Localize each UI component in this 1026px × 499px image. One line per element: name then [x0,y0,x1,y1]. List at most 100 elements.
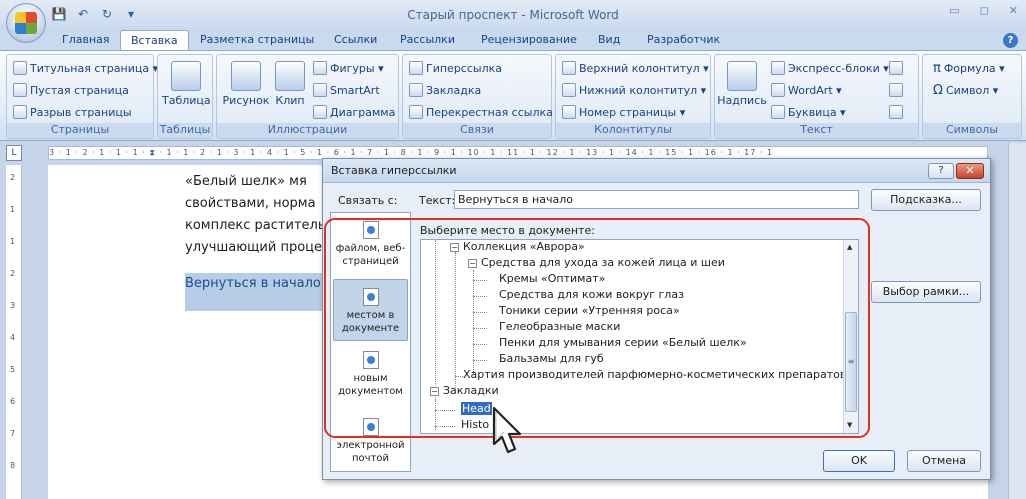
shapes-button[interactable]: Фигуры ▾ [313,61,384,75]
blank-page-button[interactable]: Пустая страница [13,83,129,97]
vertical-ruler: 2 1 1 2 3 4 5 6 7 8 [6,165,22,499]
cross-reference-icon [409,105,423,119]
dropcap-icon [771,105,785,119]
picture-button[interactable]: Рисунок [220,61,272,107]
table-button[interactable]: Таблица [162,61,211,107]
group-label-illustrations: Иллюстрации [217,123,398,138]
tree-node-charter[interactable]: Хартия производителей парфюмерно-космети… [463,368,846,381]
textbox-button[interactable]: Надпись [717,61,767,107]
link-to-file-webpage[interactable]: файлом, веб-страницей [333,221,408,268]
insert-hyperlink-dialog: Вставка гиперссылки ? ✕ Связать с: Текст… [322,158,991,480]
tab-insert[interactable]: Вставка [120,30,189,51]
hyperlink-icon [409,61,423,75]
tree-scrollbar[interactable]: ▲ ≡ ▼ [843,240,858,433]
tab-references[interactable]: Ссылки [334,33,377,46]
footer-button[interactable]: Нижний колонтитул ▾ [562,83,706,97]
clipart-button[interactable]: Клип [273,61,307,107]
tree-node-leaf[interactable]: Кремы «Оптимат» [499,272,605,285]
tab-page-layout[interactable]: Разметка страницы [200,33,314,46]
quick-parts-button[interactable]: Экспресс-блоки ▾ [771,61,889,75]
dialog-close-button[interactable]: ✕ [956,163,984,179]
maximize-icon[interactable]: ◻ [980,4,989,17]
link-to-bar: файлом, веб-страницей местом в документе… [330,212,411,472]
ok-button[interactable]: OK [823,450,895,472]
tree-node-bookmark[interactable]: Histo [461,418,489,431]
tree-node-leaf[interactable]: Бальзамы для губ [499,352,604,365]
dialog-help-button[interactable]: ? [928,163,954,179]
tab-developer[interactable]: Разработчик [647,33,720,46]
quick-parts-icon [771,61,785,75]
tab-selector[interactable]: L [6,145,22,161]
header-button[interactable]: Верхний колонтитул ▾ [562,61,709,75]
picture-icon [231,61,261,91]
tree-node-leaf[interactable]: Пенки для умывания серии «Белый шелк» [499,336,747,349]
scroll-down-icon[interactable]: ▼ [847,421,852,429]
dropcap-button[interactable]: Буквица ▾ [771,105,846,119]
object-icon [889,105,903,119]
vertical-scrollbar[interactable] [1008,143,1026,499]
collapse-toggle-icon[interactable]: − [450,243,459,252]
office-button[interactable] [6,3,46,43]
bookmark-button[interactable]: Закладка [409,83,481,97]
footer-icon [562,83,576,97]
tree-node-bookmarks[interactable]: Закладки [443,384,499,397]
minimize-icon[interactable]: ▭ [949,4,959,17]
tab-home[interactable]: Главная [62,33,110,46]
link-to-place-in-document[interactable]: местом в документе [333,279,408,341]
email-icon [362,418,379,436]
group-pages: Титульная страница ▾ Пустая страница Раз… [6,54,158,139]
tree-node-leaf[interactable]: Средства для кожи вокруг глаз [499,288,684,301]
group-header-footer: Верхний колонтитул ▾ Нижний колонтитул ▾… [555,54,711,139]
chart-button[interactable]: Диаграмма [313,105,395,119]
tab-review[interactable]: Рецензирование [481,33,577,46]
tab-mailings[interactable]: Рассылки [400,33,455,46]
group-symbols: π Формула ▾ Ω Символ ▾ Символы [922,54,1022,139]
save-icon[interactable]: 💾 [50,6,68,22]
target-frame-button[interactable]: Выбор рамки... [871,281,981,303]
tree-node-skin-care[interactable]: Средства для ухода за кожей лица и шеи [481,256,725,269]
tab-view[interactable]: Вид [598,33,620,46]
wordart-button[interactable]: WordArt ▾ [771,83,842,97]
undo-icon[interactable]: ↶ [74,6,92,22]
scroll-thumb[interactable]: ≡ [845,312,857,412]
equation-button[interactable]: π Формула ▾ [933,61,1005,76]
date-time-button[interactable] [889,83,903,97]
blank-page-icon [13,83,27,97]
close-icon[interactable]: ✕ [1009,4,1018,17]
customize-qat-icon[interactable]: ▾ [122,6,140,22]
symbol-button[interactable]: Ω Символ ▾ [933,83,998,98]
shapes-icon [313,61,327,75]
selected-link-text[interactable]: Вернуться в начало [185,273,325,311]
collapse-toggle-icon[interactable]: − [430,387,439,396]
cover-page-button[interactable]: Титульная страница ▾ [13,61,158,75]
scroll-up-icon[interactable]: ▲ [847,243,852,251]
cross-reference-button[interactable]: Перекрестная ссылка [409,105,553,119]
page-number-icon [562,105,576,119]
cancel-button[interactable]: Отмена [907,450,981,472]
link-to-email[interactable]: электронной почтой [333,418,408,465]
help-icon[interactable]: ? [1003,33,1018,48]
object-button[interactable] [889,105,903,119]
page-break-button[interactable]: Разрыв страницы [13,105,132,119]
document-places-tree[interactable]: − Коллекция «Аврора» − Средства для уход… [420,239,859,434]
text-to-display-input[interactable]: Вернуться в начало [454,190,859,209]
ribbon: Титульная страница ▾ Пустая страница Раз… [0,50,1026,141]
tree-node-leaf[interactable]: Гелеобразные маски [499,320,620,333]
screentip-button[interactable]: Подсказка... [871,189,981,211]
redo-icon[interactable]: ↻ [98,6,116,22]
signature-line-button[interactable] [889,61,903,75]
link-to-label: Связать с: [338,194,398,207]
collapse-toggle-icon[interactable]: − [468,259,477,268]
smartart-button[interactable]: SmartArt [313,83,380,97]
group-illustrations: Рисунок Клип Фигуры ▾ SmartArt Диаграмма… [216,54,399,139]
tree-node-collection[interactable]: Коллекция «Аврора» [463,240,585,253]
hyperlink-button[interactable]: Гиперссылка [409,61,502,75]
pi-icon: π [933,61,941,76]
page-number-button[interactable]: Номер страницы ▾ [562,105,685,119]
link-to-new-document[interactable]: новым документом [333,351,408,398]
header-icon [562,61,576,75]
quick-access-toolbar: 💾 ↶ ↻ ▾ [50,6,140,22]
tree-node-leaf[interactable]: Тоники серии «Утренняя роса» [499,304,680,317]
new-document-icon [362,351,379,369]
textbox-icon [727,61,757,91]
